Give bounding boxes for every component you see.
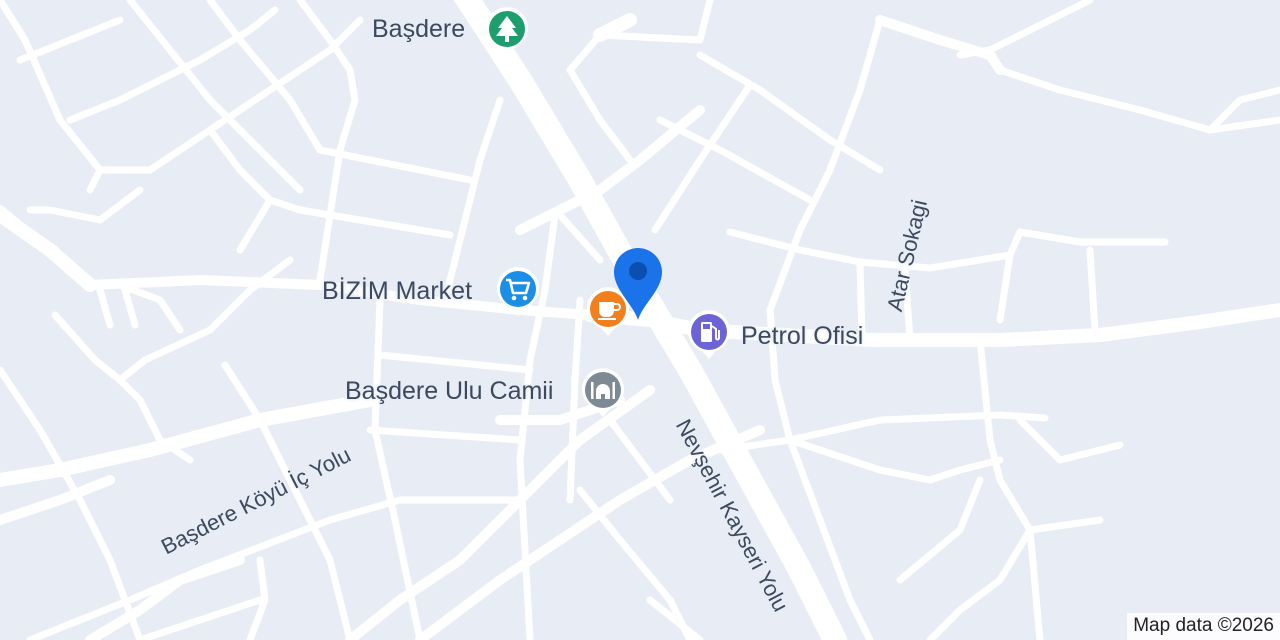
tree-icon [486, 7, 528, 57]
poi-label: BİZİM Market [322, 277, 473, 305]
shopping-cart-icon [497, 267, 539, 316]
poi-label: Başdere [372, 15, 466, 43]
mosque-icon [582, 368, 624, 417]
fuel-pump-icon [688, 310, 730, 359]
location-pin-icon[interactable] [611, 246, 665, 322]
poi-label: Başdere Ulu Camii [345, 377, 554, 405]
map-attribution: Map data ©2026 [1127, 613, 1280, 640]
poi-label: Petrol Ofisi [741, 322, 864, 350]
map-view[interactable]: Başdere BİZİM Market Petrol Ofisi Başder… [0, 0, 1280, 640]
